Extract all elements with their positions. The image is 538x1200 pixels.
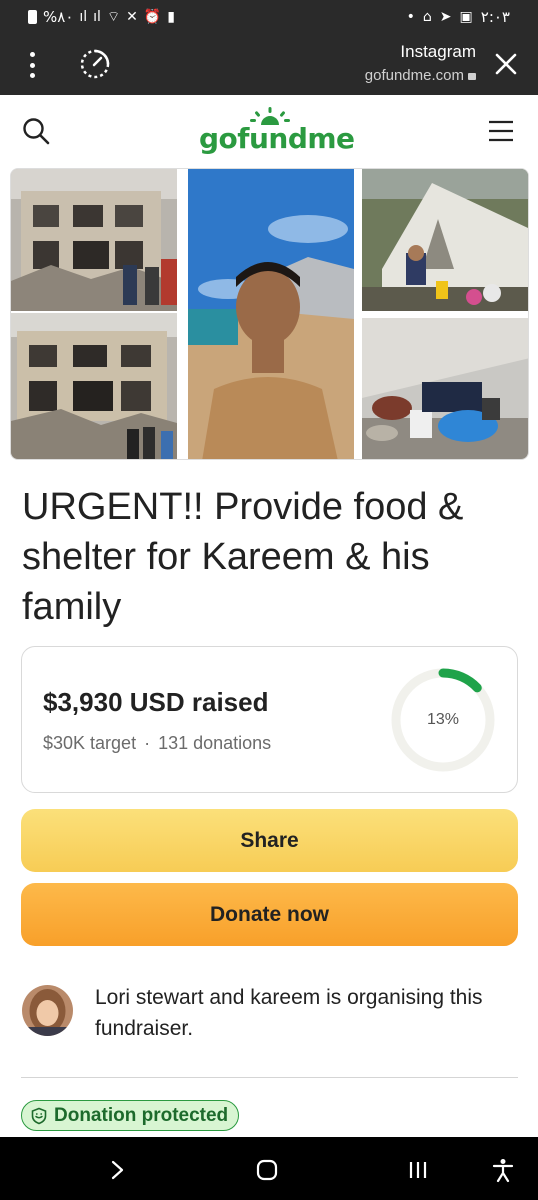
sim-icon: ▮ <box>167 9 176 25</box>
lock-icon <box>468 73 476 80</box>
section-divider <box>21 1077 518 1078</box>
search-icon[interactable] <box>22 117 50 145</box>
site-header: gofundme <box>0 95 538 167</box>
photo-destroyed-building-1[interactable] <box>11 169 177 311</box>
signal-icon: ıl <box>79 9 88 25</box>
photo-kareem-selfie[interactable] <box>188 169 354 459</box>
status-bar-left: %٨٠ ıl ıl ⌔ ✕ ⏰ ▮ <box>28 8 175 26</box>
donation-count: 131 donations <box>158 733 272 753</box>
organiser-text: Lori stewart and kareem is organising th… <box>95 986 483 1040</box>
notification-dot-icon: • <box>406 9 415 25</box>
status-bar: %٨٠ ıl ıl ⌔ ✕ ⏰ ▮ • ⌂ ➤ ▣ ٢:٠٣ <box>0 0 538 34</box>
amount-raised: $3,930 USD raised <box>43 687 269 717</box>
close-icon[interactable] <box>494 52 518 76</box>
battery-icon <box>28 10 37 24</box>
speedometer-icon[interactable] <box>79 48 111 80</box>
recents-icon[interactable] <box>405 1157 431 1183</box>
in-app-browser-bar: Instagram gofundme.com <box>0 34 538 95</box>
hamburger-menu-icon[interactable] <box>488 120 514 142</box>
share-button[interactable]: Share <box>21 809 518 872</box>
mosque-icon: ⌂ <box>422 9 432 25</box>
system-navigation-bar <box>0 1137 538 1200</box>
donation-protected-badge[interactable]: Donation protected <box>21 1100 240 1131</box>
gallery-icon: ▣ <box>459 9 473 25</box>
browser-title: Instagram gofundme.com <box>365 42 476 84</box>
progress-card: $3,930 USD raised $30K target · 131 donati… <box>21 646 518 793</box>
status-bar-right: • ⌂ ➤ ▣ ٢:٠٣ <box>407 8 510 26</box>
more-options-icon[interactable] <box>22 50 42 80</box>
target-amount: $30K target <box>43 733 137 753</box>
signal-icon-2: ıl <box>93 9 101 25</box>
organiser-avatar[interactable] <box>22 985 73 1036</box>
telegram-icon: ➤ <box>439 9 452 25</box>
campaign-photo-collage[interactable] <box>10 168 529 460</box>
progress-percent: 13% <box>426 711 460 728</box>
shield-icon <box>31 1107 47 1124</box>
target-and-donations: $30K target · 131 donations <box>43 733 271 754</box>
logo-text: gofundme <box>199 122 355 155</box>
wifi-icon: ⌔ <box>106 9 121 25</box>
url-text: gofundme.com <box>365 67 476 84</box>
source-app-name: Instagram <box>400 42 476 61</box>
donate-now-button[interactable]: Donate now <box>21 883 518 946</box>
badge-label: Donation protected <box>54 1104 229 1126</box>
clock: ٢:٠٣ <box>480 8 510 26</box>
campaign-title: URGENT!! Provide food & shelter for Kare… <box>22 486 464 628</box>
gofundme-logo[interactable]: gofundme <box>199 107 355 157</box>
accessibility-icon[interactable] <box>490 1157 516 1183</box>
url-domain: gofundme.com <box>364 67 464 84</box>
photo-tent-child[interactable] <box>362 169 528 311</box>
battery-level: %٨٠ <box>43 8 74 26</box>
photo-tent-interior[interactable] <box>362 318 528 459</box>
home-icon[interactable] <box>254 1157 280 1183</box>
alarm-icon: ⏰ <box>143 9 162 25</box>
back-chevron-icon[interactable] <box>104 1157 130 1183</box>
separator-dot: · <box>144 733 151 753</box>
photo-destroyed-building-2[interactable] <box>11 313 177 459</box>
mute-icon: ✕ <box>126 9 138 25</box>
